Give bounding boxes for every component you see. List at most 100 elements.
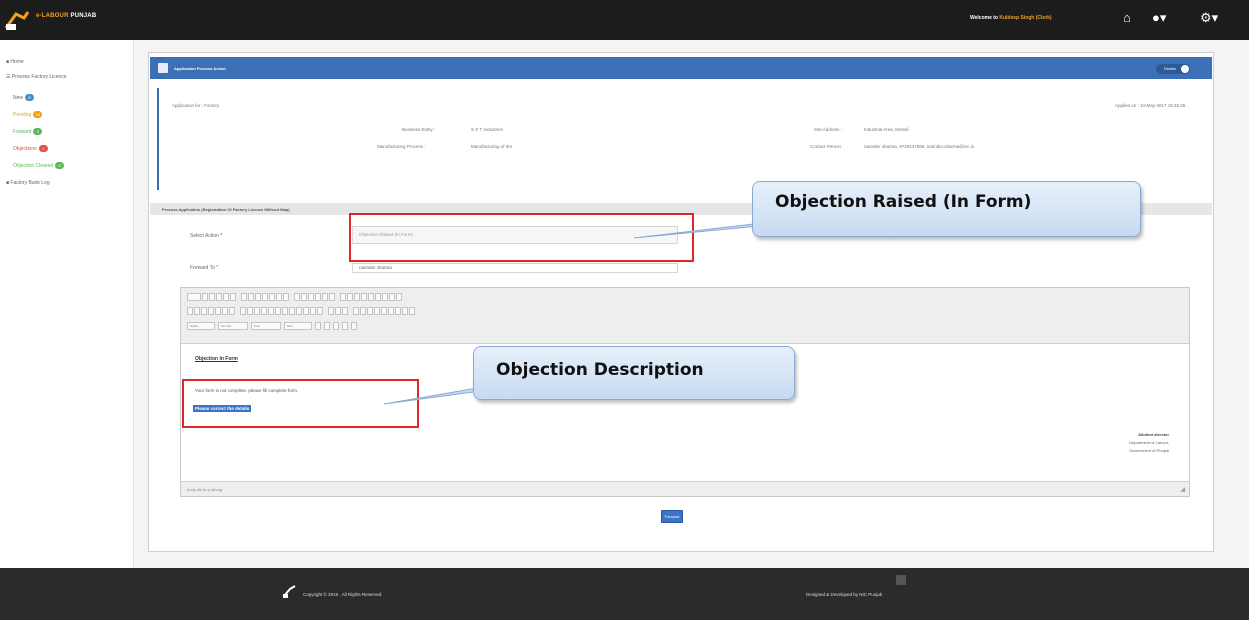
user-icon[interactable]: ●▾ [1152,11,1166,25]
sidebar-item-label: Pending [13,112,32,118]
toolbar-button[interactable] [229,307,235,315]
toolbar-button[interactable] [333,322,339,330]
toolbar-button[interactable] [202,293,208,301]
toolbar-button[interactable] [283,293,289,301]
toolbar-button[interactable] [268,307,274,315]
sidebar-item-forward[interactable]: Forward 2 [13,128,43,135]
element-path: body div br p strong [187,487,223,492]
toolbar-button[interactable] [340,293,346,301]
toolbar-button[interactable] [328,307,334,315]
toolbar-button[interactable] [382,293,388,301]
section-title: Process Application (Registration Of Fac… [162,207,290,212]
toolbar-button[interactable] [409,307,415,315]
sidebar-item-factory-bank-log[interactable]: ■ Factory Bank Log [6,180,50,186]
welcome-prefix: Welcome to [970,15,998,21]
home-icon[interactable]: ⌂ [1123,11,1131,25]
toolbar-button[interactable] [241,293,247,301]
logo-icon [4,11,30,30]
sidebar-item-objection-cleared[interactable]: Objection Cleared 0 [13,162,65,169]
toolbar-button[interactable] [342,307,348,315]
toolbar-button[interactable] [240,307,246,315]
sidebar-item-home[interactable]: ■ Home [6,59,24,65]
toolbar-button[interactable] [247,307,253,315]
toolbar-button[interactable] [282,307,288,315]
toolbar-button[interactable] [322,293,328,301]
toolbar-button[interactable] [222,307,228,315]
toolbar-button[interactable] [310,307,316,315]
toolbar-button[interactable] [347,293,353,301]
sidebar-item-label: Forward [13,129,32,135]
toolbar-button[interactable] [308,293,314,301]
toolbar-button[interactable] [360,307,366,315]
toolbar-button[interactable] [381,307,387,315]
toolbar-button[interactable] [294,293,300,301]
toolbar-button[interactable] [275,307,281,315]
size-select[interactable]: Size [284,322,312,330]
toolbar-button[interactable] [361,293,367,301]
toolbar-button[interactable] [396,293,402,301]
toolbar-button[interactable] [209,293,215,301]
font-select[interactable]: Font [251,322,281,330]
toolbar-button[interactable] [395,307,401,315]
sidebar-item-process[interactable]: ☰ Process Factory Licence [6,74,67,80]
forward-button[interactable]: Forward [661,510,683,523]
toolbar-button[interactable] [354,293,360,301]
application-info-box [157,88,1207,190]
bg-color-button[interactable] [324,322,330,330]
toolbar-button[interactable] [315,293,321,301]
toolbar-button[interactable] [317,307,323,315]
underline-button[interactable] [201,307,207,315]
sidebar-item-new[interactable]: New 5 [13,94,35,101]
forward-to-select[interactable]: narinder sharma [352,263,678,273]
toolbar-button[interactable] [269,293,275,301]
italic-button[interactable] [194,307,200,315]
toolbar-button[interactable] [254,307,260,315]
brand-title[interactable]: e-LABOUR PUNJAB [36,13,96,19]
sidebar-process-label: Process Factory Licence [11,74,67,80]
toolbar-button[interactable] [335,307,341,315]
toolbar-button[interactable] [215,307,221,315]
styles-select[interactable]: Styles [187,322,215,330]
toolbar-button[interactable] [367,307,373,315]
toolbar-button[interactable] [342,322,348,330]
toolbar-button[interactable] [296,307,302,315]
toolbar-button[interactable] [276,293,282,301]
document-icon [158,63,168,73]
sidebar: ■ Home ☰ Process Factory Licence New 5 Pe… [0,40,134,568]
toolbar-button[interactable] [402,307,408,315]
toolbar-button[interactable] [375,293,381,301]
toolbar-button[interactable] [255,293,261,301]
toolbar-button[interactable] [248,293,254,301]
format-select[interactable]: Normal [218,322,248,330]
toolbar-button[interactable] [289,307,295,315]
toolbar-button[interactable] [389,293,395,301]
sidebar-item-objections[interactable]: Objections 1 [13,145,48,152]
source-button[interactable] [187,293,201,301]
toolbar-button[interactable] [301,293,307,301]
toolbar-button[interactable] [262,293,268,301]
sidebar-item-label: Objections [13,146,37,152]
resize-grip-icon[interactable]: ◢ [1180,486,1185,493]
toolbar-button[interactable] [368,293,374,301]
business-entity-value: S S T Industries [471,127,503,132]
bold-button[interactable] [187,307,193,315]
toolbar-button[interactable] [216,293,222,301]
toolbar-button[interactable] [223,293,229,301]
strike-button[interactable] [208,307,214,315]
toolbar-button[interactable] [374,307,380,315]
toolbar-button[interactable] [329,293,335,301]
contact-person-value: narinder sharma, 9729447865, narinder.sh… [864,144,975,149]
sidebar-item-pending[interactable]: Pending 24 [13,111,43,118]
toolbar-button[interactable] [353,307,359,315]
gear-icon[interactable]: ⚙▾ [1200,11,1218,25]
toolbar-button[interactable] [388,307,394,315]
footer-logo-icon [283,585,296,598]
toolbar-button[interactable] [303,307,309,315]
top-navbar: e-LABOUR PUNJAB Welcome to Kuldeep Singh… [0,0,1249,40]
toolbar-button[interactable] [230,293,236,301]
count-badge: 2 [33,128,43,135]
text-color-button[interactable] [315,322,321,330]
help-button[interactable] [351,322,357,330]
toolbar-button[interactable] [261,307,267,315]
details-toggle-button[interactable]: Details [1156,64,1190,74]
